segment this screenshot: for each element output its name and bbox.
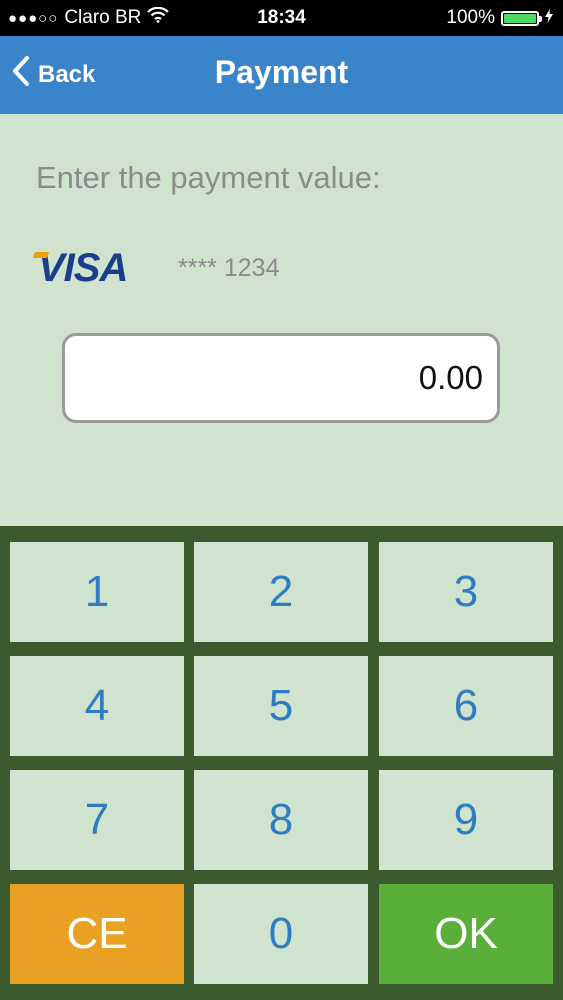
key-9[interactable]: 9 <box>379 770 553 870</box>
key-5[interactable]: 5 <box>194 656 368 756</box>
navigation-bar: Back Payment <box>0 36 563 114</box>
charging-icon <box>545 7 553 29</box>
key-2[interactable]: 2 <box>194 542 368 642</box>
key-8[interactable]: 8 <box>194 770 368 870</box>
battery-icon <box>501 10 542 26</box>
status-bar: ●●●○○ Claro BR 18:34 100% <box>0 0 563 36</box>
key-0[interactable]: 0 <box>194 884 368 984</box>
card-number: **** 1234 <box>178 254 280 282</box>
key-1[interactable]: 1 <box>10 542 184 642</box>
key-7[interactable]: 7 <box>10 770 184 870</box>
amount-field[interactable]: 0.00 <box>62 333 500 423</box>
visa-logo: VISA <box>38 246 128 290</box>
battery-percent: 100% <box>446 7 495 28</box>
key-4[interactable]: 4 <box>10 656 184 756</box>
key-6[interactable]: 6 <box>379 656 553 756</box>
battery-status: 100% <box>446 7 553 29</box>
clear-entry-button[interactable]: CE <box>10 884 184 984</box>
page-title: Payment <box>214 54 349 90</box>
key-3[interactable]: 3 <box>379 542 553 642</box>
payment-prompt: Enter the payment value: <box>36 160 381 195</box>
keypad: 1 2 3 4 5 6 7 8 9 CE 0 OK <box>0 526 563 1000</box>
ok-button[interactable]: OK <box>379 884 553 984</box>
